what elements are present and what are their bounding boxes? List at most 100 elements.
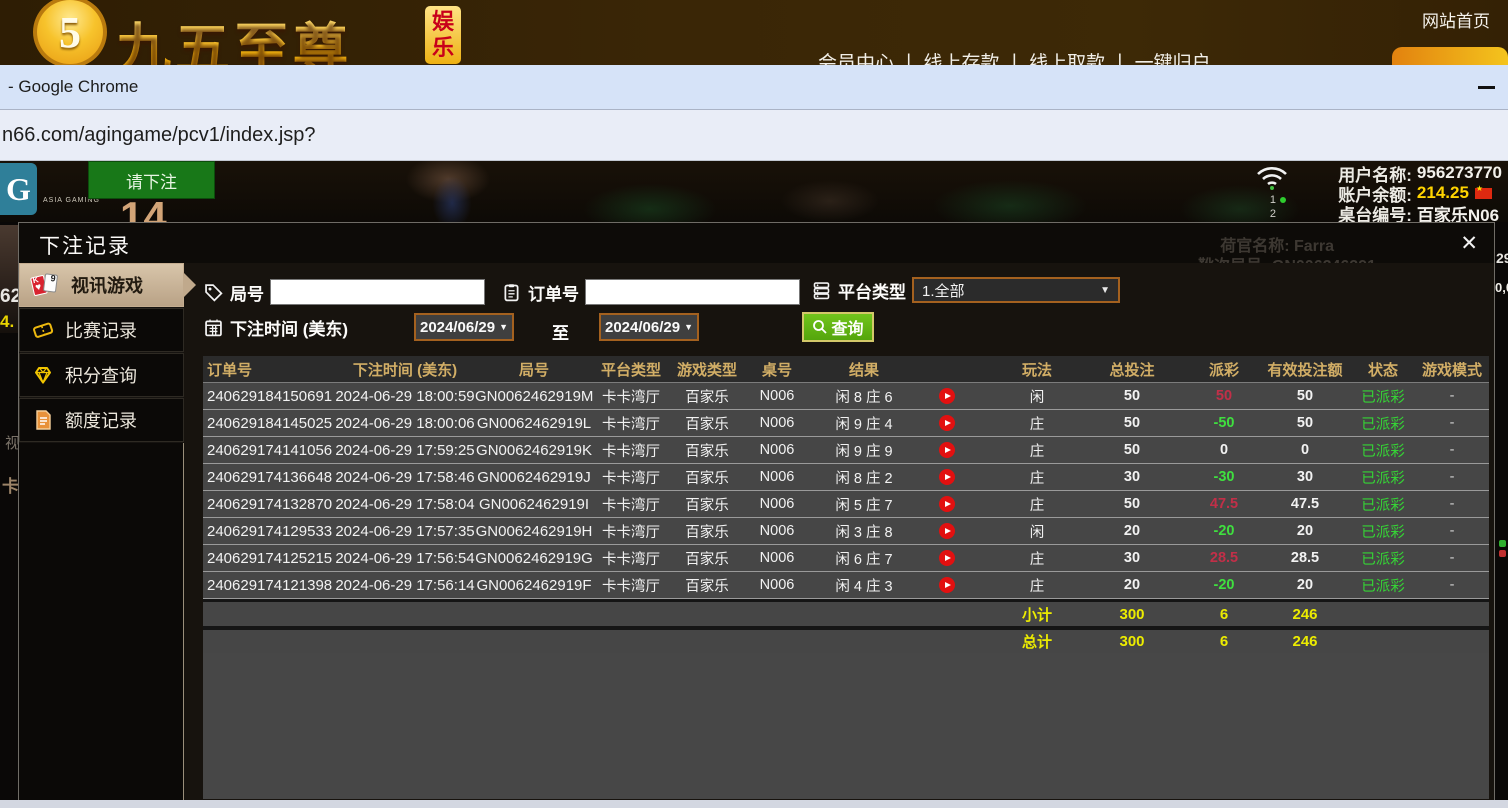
result-text: 闲 5 庄 7 (809, 494, 919, 515)
cell-total-bet: 50 (1075, 415, 1189, 431)
cell-payout: 47.5 (1189, 496, 1259, 512)
result-text: 闲 6 庄 7 (809, 548, 919, 569)
header-action-button[interactable] (1392, 47, 1508, 65)
bg-fragment: 62 (0, 286, 18, 308)
table-row: 240629184145025 2024-06-29 18:00:06 GN00… (203, 410, 1489, 437)
col-header: 平台类型 (593, 359, 669, 380)
play-video-icon[interactable] (939, 388, 955, 404)
sidebar-filler (19, 443, 184, 800)
user-name-value: 956273770 (1417, 163, 1502, 183)
result-text: 闲 3 庄 8 (809, 521, 919, 542)
cell-round-number: GN0062462919F (475, 577, 593, 594)
cell-game-type: 百家乐 (669, 575, 745, 596)
to-label: 至 (552, 319, 569, 344)
bg-fragment: 4. (0, 312, 18, 332)
grand-total-label: 总计 (999, 631, 1075, 652)
cell-game-mode: - (1415, 523, 1489, 539)
cell-order-number: 240629174125215 (203, 550, 335, 567)
cell-valid-bet: 28.5 (1259, 550, 1351, 566)
cell-bet-time: 2024-06-29 17:58:04 (335, 496, 475, 513)
live-game-strip: G ASIA GAMING 请下注 14 1 2 用户名称:956273770 … (0, 161, 1508, 222)
cell-game-mode: - (1415, 388, 1489, 404)
col-header: 有效投注额 (1259, 359, 1351, 380)
home-link[interactable]: 网站首页 (1422, 7, 1490, 32)
bet-records-table: 订单号 下注时间 (美东) 局号 平台类型 游戏类型 桌号 结果 玩法 总投注 … (203, 356, 1489, 799)
search-icon (812, 319, 828, 335)
cell-payout: 50 (1189, 388, 1259, 404)
sidebar-item-points-query[interactable]: 积分查询 (19, 353, 184, 397)
cell-platform: 卡卡湾厅 (593, 494, 669, 515)
minimize-icon[interactable] (1478, 86, 1495, 89)
cell-bet-time: 2024-06-29 17:59:25 (335, 442, 475, 459)
cell-round-number: GN0062462919K (475, 442, 593, 459)
cell-valid-bet: 50 (1259, 388, 1351, 404)
cell-game-type: 百家乐 (669, 548, 745, 569)
query-button[interactable]: 查询 (802, 312, 874, 342)
sidebar-item-label: 积分查询 (65, 362, 137, 388)
play-video-icon[interactable] (939, 550, 955, 566)
cell-platform: 卡卡湾厅 (593, 521, 669, 542)
date-to-select[interactable]: 2024/06/29 ▼ (599, 313, 699, 341)
screen: 5 九五至尊 娱 乐 网站首页 会员中心 丨 线上存款 丨 线上取款 丨 一键归… (0, 0, 1508, 808)
sidebar-item-match-records[interactable]: 比赛记录 (19, 308, 184, 352)
member-nav[interactable]: 会员中心 丨 线上存款 丨 线上取款 丨 一键归户 (818, 48, 1211, 65)
sidebar-item-video-games[interactable]: K♥ 9 视讯游戏 (19, 263, 184, 307)
table-id-label: 桌台编号: (1338, 201, 1412, 223)
col-header: 下注时间 (美东) (335, 359, 475, 380)
close-icon[interactable]: ✕ (1460, 231, 1478, 256)
play-video-icon[interactable] (939, 469, 955, 485)
subtotal-label: 小计 (999, 604, 1075, 625)
window-title: - Google Chrome (8, 77, 138, 97)
sidebar-item-label: 视讯游戏 (71, 272, 143, 298)
date-from-select[interactable]: 2024/06/29 ▼ (414, 313, 514, 341)
logo-coin-icon: 5 (33, 0, 107, 65)
cell-result: 闲 8 庄 6 (809, 386, 999, 407)
cell-game-mode: - (1415, 496, 1489, 512)
play-video-icon[interactable] (939, 577, 955, 593)
cell-result: 闲 8 庄 2 (809, 467, 999, 488)
cell-status: 已派彩 (1351, 575, 1415, 596)
result-text: 闲 9 庄 9 (809, 440, 919, 461)
modal-body: K♥ 9 视讯游戏 比赛记录 (19, 263, 1494, 800)
cell-round-number: GN0062462919J (475, 469, 593, 486)
seat-markers: 1 2 (1270, 193, 1286, 221)
bg-fragment: 0,000 (1495, 280, 1508, 295)
cell-total-bet: 50 (1075, 388, 1189, 404)
play-video-icon[interactable] (939, 415, 955, 431)
cell-order-number: 240629174141056 (203, 442, 335, 459)
order-input[interactable] (585, 279, 800, 305)
cell-round-number: GN0062462919H (475, 523, 593, 540)
round-input[interactable] (270, 279, 485, 305)
site-logo-tag: 娱 乐 (425, 6, 461, 64)
col-header: 状态 (1351, 359, 1415, 380)
cell-play-type: 庄 (999, 467, 1075, 488)
table-body: 240629184150691 2024-06-29 18:00:59 GN00… (203, 383, 1489, 599)
play-video-icon[interactable] (939, 442, 955, 458)
modal-title: 下注记录 (39, 230, 131, 260)
cell-payout: 28.5 (1189, 550, 1259, 566)
table-row: 240629184150691 2024-06-29 18:00:59 GN00… (203, 383, 1489, 410)
cell-table-number: N006 (745, 388, 809, 404)
cell-platform: 卡卡湾厅 (593, 575, 669, 596)
sidebar-item-quota-records[interactable]: 额度记录 (19, 398, 184, 442)
table-row: 240629174136648 2024-06-29 17:58:46 GN00… (203, 464, 1489, 491)
bg-fragment: 291 (1496, 250, 1508, 266)
chrome-urlbar[interactable]: n66.com/agingame/pcv1/index.jsp? (0, 110, 1508, 161)
cell-total-bet: 30 (1075, 550, 1189, 566)
cell-result: 闲 6 庄 7 (809, 548, 999, 569)
platform-select[interactable]: 1.全部 ▼ (912, 277, 1120, 303)
grand-total-payout: 6 (1189, 633, 1259, 650)
cell-platform: 卡卡湾厅 (593, 413, 669, 434)
cell-play-type: 庄 (999, 575, 1075, 596)
site-logo-name: 九五至尊 (116, 4, 352, 65)
play-video-icon[interactable] (939, 523, 955, 539)
col-header: 派彩 (1189, 359, 1259, 380)
diamond-icon (31, 363, 55, 387)
result-text: 闲 9 庄 4 (809, 413, 919, 434)
chrome-titlebar: - Google Chrome (0, 65, 1508, 110)
col-header: 玩法 (999, 359, 1075, 380)
cell-result: 闲 9 庄 9 (809, 440, 999, 461)
cell-table-number: N006 (745, 523, 809, 539)
cell-game-type: 百家乐 (669, 521, 745, 542)
play-video-icon[interactable] (939, 496, 955, 512)
